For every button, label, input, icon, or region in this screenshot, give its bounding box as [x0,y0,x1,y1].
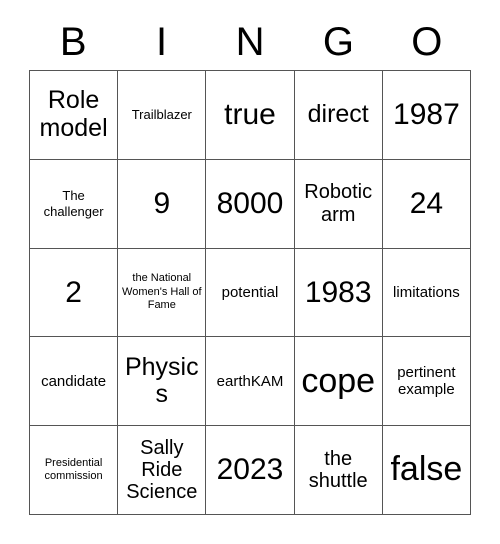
bingo-cell-g4[interactable]: cope [294,337,383,427]
bingo-cell-o1[interactable]: 1987 [382,71,471,160]
bingo-cell-label: the shuttle [308,447,368,493]
bingo-cell-label: cope [301,361,376,400]
bingo-cell-label: potential [221,283,279,301]
bingo-card: B I N G O Role model Trailblazer true di… [0,0,500,544]
bingo-cell-label: true [224,98,276,131]
bingo-cell-o4[interactable]: pertinent example [382,337,471,427]
bingo-header-letter-o: O [411,20,443,64]
bingo-cell-b3[interactable]: 2 [30,248,119,338]
bingo-cell-label: false [390,450,463,489]
bingo-cell-o5[interactable]: false [382,426,471,515]
bingo-cell-b4[interactable]: candidate [30,337,119,427]
bingo-cell-i2[interactable]: 9 [118,159,207,249]
bingo-cell-n2[interactable]: 8000 [206,159,295,249]
bingo-header-letter-i: I [156,20,168,64]
bingo-cell-n3[interactable]: potential [206,248,295,338]
bingo-cell-label: 9 [153,186,171,220]
bingo-cell-g1[interactable]: direct [294,71,383,160]
bingo-cell-b2[interactable]: The challenger [30,159,119,249]
bingo-cell-label: Sally Ride Science [126,436,198,504]
bingo-cell-label: Role model [39,86,108,142]
bingo-cell-label: Presidential commission [44,456,103,483]
bingo-cell-i1[interactable]: Trailblazer [118,71,207,160]
bingo-header-letter-b: B [59,20,87,64]
bingo-cell-n5[interactable]: 2023 [206,426,295,515]
bingo-cell-label: 1983 [304,275,372,309]
bingo-cell-label: limitations [393,283,460,301]
bingo-cell-o2[interactable]: 24 [382,159,471,249]
bingo-cell-i5[interactable]: Sally Ride Science [118,426,207,515]
bingo-cell-label: Trailblazer [131,107,192,123]
bingo-cell-g5[interactable]: the shuttle [294,426,383,515]
bingo-cell-i3[interactable]: the National Women's Hall of Fame [118,248,207,338]
bingo-cell-label: pertinent example [397,364,456,399]
bingo-cell-n1[interactable]: true [206,71,295,160]
bingo-cell-label: 8000 [216,186,284,220]
bingo-cell-i4[interactable]: Physics [118,337,207,427]
bingo-cell-g3[interactable]: 1983 [294,248,383,338]
bingo-cell-o3[interactable]: limitations [382,248,471,338]
bingo-cell-label: the National Women's Hall of Fame [122,272,202,312]
bingo-cell-label: direct [307,100,369,129]
bingo-cell-label: Physics [124,352,199,409]
bingo-header-letter-g: G [322,20,354,64]
bingo-cell-label: 2 [65,275,82,309]
bingo-cell-label: 24 [409,186,444,220]
bingo-cell-label: earthKAM [216,372,284,390]
bingo-cell-n4[interactable]: earthKAM [206,337,295,427]
bingo-cell-label: 1987 [393,98,460,131]
bingo-grid: Role model Trailblazer true direct 1987 … [29,70,471,515]
bingo-header-letter-n: N [235,20,265,64]
bingo-cell-b5[interactable]: Presidential commission [30,426,119,515]
bingo-cell-label: The challenger [43,188,104,219]
bingo-cell-label: candidate [41,372,107,390]
bingo-cell-label: Robotic arm [304,181,373,226]
bingo-cell-b1[interactable]: Role model [30,71,119,160]
bingo-cell-label: 2023 [216,453,284,487]
bingo-header-row: B I N G O [29,14,471,70]
bingo-cell-g2[interactable]: Robotic arm [294,159,383,249]
